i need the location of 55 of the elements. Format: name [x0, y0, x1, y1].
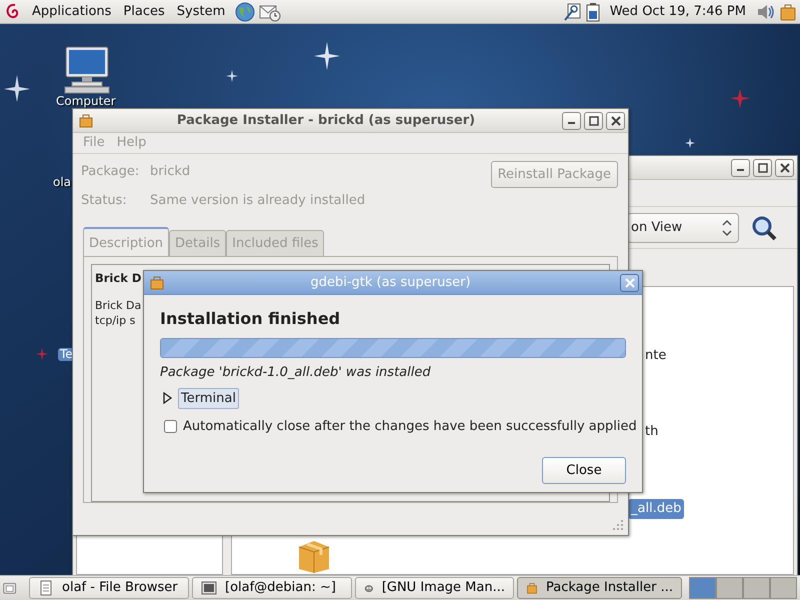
window-title: Package Installer - brickd (as superuser): [176, 112, 476, 130]
field-label: Package:: [81, 163, 140, 182]
star-icon: [314, 42, 340, 70]
star-icon: [730, 89, 750, 108]
battery-icon[interactable]: [586, 2, 600, 22]
close-icon: [624, 278, 634, 288]
star-icon: [4, 75, 30, 102]
file-label[interactable]: _all.deb: [628, 499, 684, 518]
star-icon: [685, 138, 695, 148]
clock[interactable]: Wed Oct 19, 7:46 PM: [604, 2, 752, 22]
description-text: tcp/ip s: [95, 312, 136, 328]
view-dropdown[interactable]: on View: [627, 212, 739, 242]
description-text: Brick Da: [95, 298, 142, 313]
maximize-icon: [588, 116, 598, 126]
package-icon: [79, 114, 93, 128]
panel-menu[interactable]: System: [170, 2, 232, 22]
taskbar-button[interactable]: Package Installer ...: [517, 577, 682, 599]
panel-menu[interactable]: Applications: [26, 2, 118, 22]
window-title: gdebi-gtk (as superuser): [309, 274, 472, 292]
close-button[interactable]: Close: [542, 456, 626, 484]
desktop-icon-label[interactable]: ola: [51, 176, 74, 189]
package-icon: [526, 580, 538, 596]
package-icon[interactable]: [780, 2, 796, 20]
close-button[interactable]: [775, 158, 794, 176]
tool-icon[interactable]: [562, 2, 582, 22]
field-value: Same version is already installed: [150, 192, 366, 210]
taskbar-button[interactable]: olaf - File Browser: [29, 577, 189, 599]
search-icon[interactable]: [751, 214, 777, 240]
file-label[interactable]: nte: [642, 346, 670, 366]
panel-menu[interactable]: Places: [117, 2, 171, 22]
checkbox[interactable]: [164, 420, 177, 434]
star-icon: [226, 70, 238, 82]
file-label[interactable]: th: [642, 422, 662, 442]
globe-icon[interactable]: [235, 2, 256, 22]
document-icon: [38, 580, 54, 596]
close-icon: [780, 162, 790, 172]
package-icon: [150, 276, 164, 290]
field-label: Status:: [81, 192, 128, 210]
star-icon: [36, 348, 48, 360]
taskbar-button[interactable]: [olaf@debian: ~]: [192, 577, 352, 599]
taskbar-button[interactable]: [GNU Image Man...: [355, 577, 514, 599]
checkbox-label[interactable]: Automatically close after the changes have been successfully applied: [183, 417, 637, 436]
description-title: Brick D: [95, 270, 142, 288]
desktop-icon-label[interactable]: Computer: [54, 95, 118, 108]
computer-icon[interactable]: [62, 46, 112, 94]
status-message: Package 'brickd-1.0_all.deb' was installed: [160, 364, 432, 382]
field-value: brickd: [150, 163, 190, 182]
terminal-expander[interactable]: Terminal: [178, 388, 239, 409]
close-button[interactable]: [620, 274, 639, 292]
dialog-heading: Installation finished: [160, 308, 342, 330]
minimize-button[interactable]: [731, 158, 750, 176]
maximize-button[interactable]: [753, 158, 772, 176]
terminal-icon: [201, 580, 217, 596]
maximize-icon: [758, 162, 768, 172]
close-icon: [610, 116, 620, 126]
